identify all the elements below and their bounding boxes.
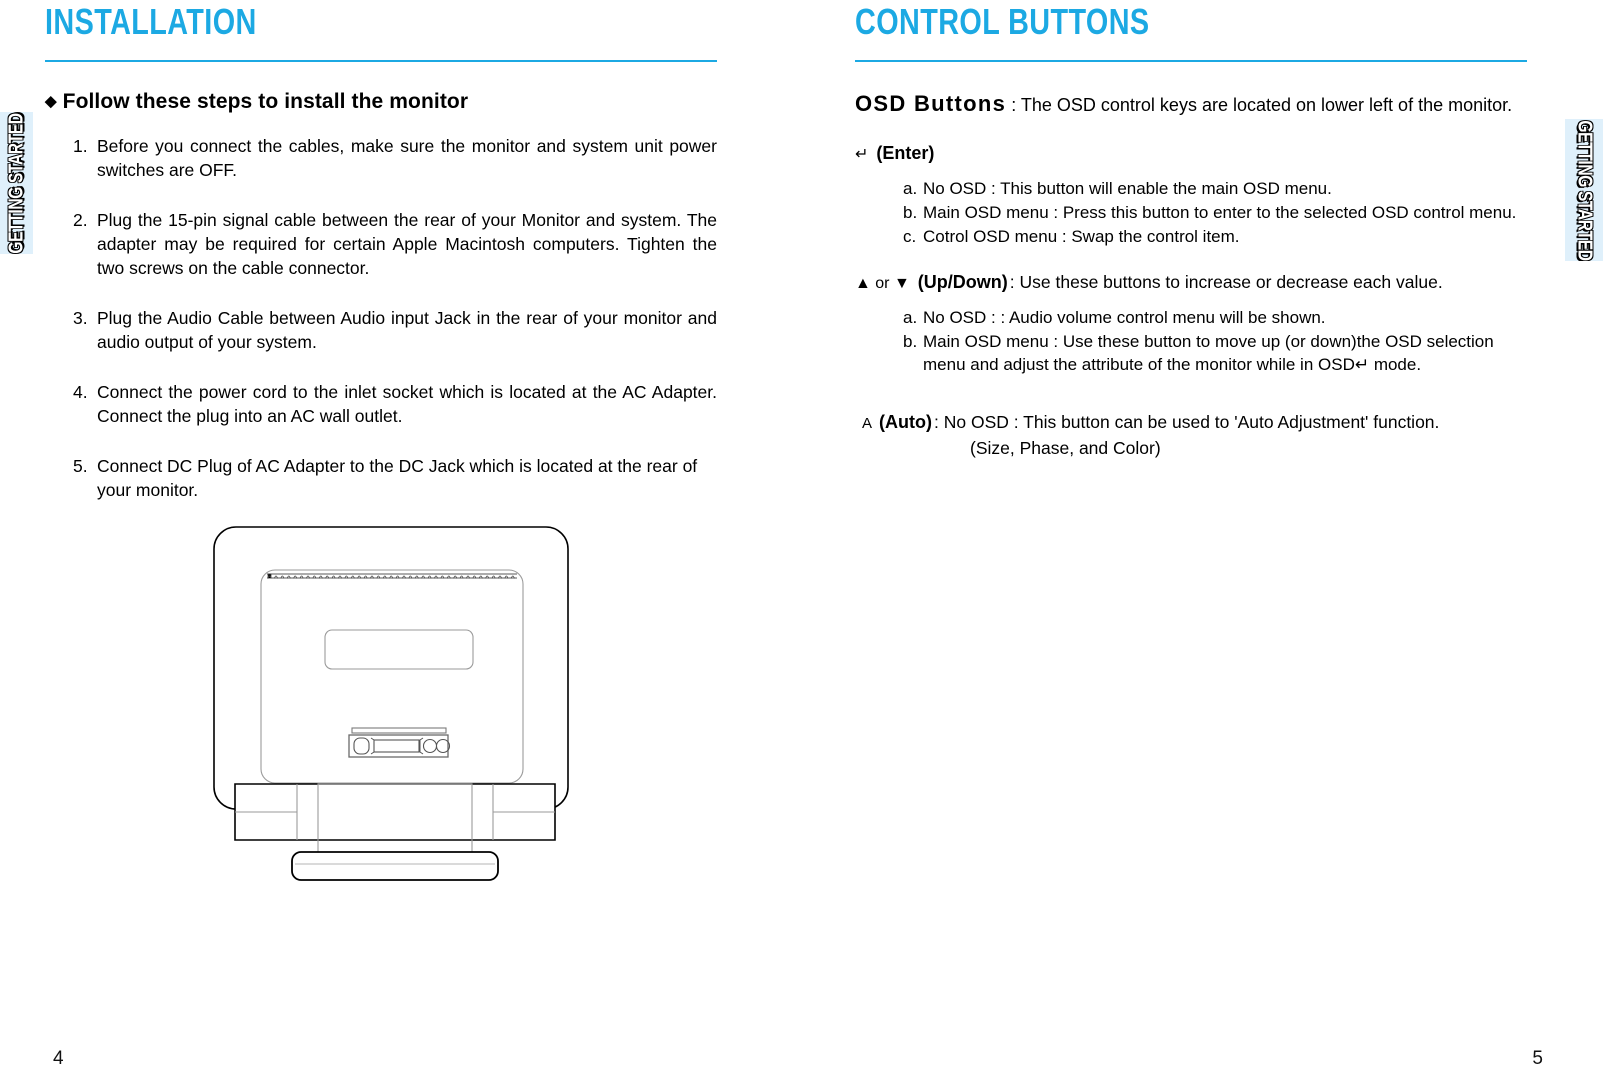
up-down-arrow-icon: ▲ or ▼ bbox=[855, 275, 910, 292]
enter-key-icon: ↵ bbox=[855, 146, 869, 163]
side-tab-left-label: GETTING STARTED bbox=[4, 112, 27, 254]
osd-buttons-intro: OSD Buttons : The OSD control keys are l… bbox=[855, 90, 1525, 119]
key-label-enter: (Enter) bbox=[876, 143, 935, 163]
page-number-left: 4 bbox=[53, 1048, 64, 1069]
sub-item-label: a. bbox=[903, 179, 918, 198]
title-divider-left bbox=[45, 60, 717, 62]
side-tab-getting-started-left: GETTING STARTED bbox=[0, 112, 33, 254]
step-number: 1. bbox=[73, 136, 88, 156]
monitor-rear-view-diagram bbox=[205, 512, 585, 887]
key-label-auto: (Auto) bbox=[879, 412, 932, 432]
enter-key-sublist: a. No OSD : This button will enable the … bbox=[855, 177, 1525, 248]
step-text: Connect DC Plug of AC Adapter to the DC … bbox=[97, 456, 698, 500]
list-item: a. No OSD : This button will enable the … bbox=[903, 177, 1525, 200]
monitor-illustration-svg bbox=[213, 526, 569, 881]
side-tab-right-label: GETTING STARTED bbox=[1573, 119, 1596, 261]
installation-steps-list: 1. Before you connect the cables, make s… bbox=[45, 134, 717, 502]
sub-item-text: Main OSD menu : Press this button to ent… bbox=[923, 203, 1517, 222]
key-description-up-down: : Use these buttons to increase or decre… bbox=[1009, 272, 1443, 292]
sub-item-label: b. bbox=[903, 332, 918, 351]
list-item: 4. Connect the power cord to the inlet s… bbox=[73, 380, 717, 428]
sub-item-text: Cotrol OSD menu : Swap the control item. bbox=[923, 227, 1240, 246]
sub-item-label: b. bbox=[903, 203, 918, 222]
right-page-column: CONTROL BUTTONS OSD Buttons : The OSD co… bbox=[855, 0, 1527, 460]
title-divider-right bbox=[855, 60, 1527, 62]
step-number: 3. bbox=[73, 308, 88, 328]
sub-item-label: a. bbox=[903, 308, 918, 327]
page-title-control-buttons: CONTROL BUTTONS bbox=[855, 1, 1150, 42]
sub-item-text: Main OSD menu : Use these button to move… bbox=[923, 332, 1494, 374]
page-title-installation: INSTALLATION bbox=[45, 1, 257, 42]
list-item: 3. Plug the Audio Cable between Audio in… bbox=[73, 306, 717, 354]
auto-key-icon: A bbox=[862, 415, 873, 432]
step-text: Plug the 15-pin signal cable between the… bbox=[97, 210, 717, 278]
key-description-auto: : No OSD : This button can be used to 'A… bbox=[934, 412, 1440, 432]
list-item: c. Cotrol OSD menu : Swap the control it… bbox=[903, 225, 1525, 248]
step-text: Before you connect the cables, make sure… bbox=[97, 136, 717, 180]
diamond-bullet-icon: ◆ bbox=[45, 93, 57, 110]
list-item: 1. Before you connect the cables, make s… bbox=[73, 134, 717, 182]
key-label-up-down: (Up/Down) bbox=[917, 272, 1008, 292]
key-header-up-down: ▲ or ▼ (Up/Down) : Use these buttons to … bbox=[855, 270, 1525, 296]
up-down-key-sublist: a. No OSD : : Audio volume control menu … bbox=[855, 306, 1525, 376]
manual-page-spread: GETTING STARTED GETTING STARTED INSTALLA… bbox=[0, 0, 1603, 1086]
step-number: 2. bbox=[73, 210, 88, 230]
side-tab-getting-started-right: GETTING STARTED bbox=[1565, 119, 1603, 261]
key-block-up-down: ▲ or ▼ (Up/Down) : Use these buttons to … bbox=[855, 270, 1525, 376]
list-item: a. No OSD : : Audio volume control menu … bbox=[903, 306, 1525, 329]
step-number: 4. bbox=[73, 382, 88, 402]
page-number-right: 5 bbox=[1532, 1048, 1543, 1069]
list-item: 2. Plug the 15-pin signal cable between … bbox=[73, 208, 717, 280]
connector-panel-detail bbox=[348, 727, 451, 758]
osd-buttons-description: : The OSD control keys are located on lo… bbox=[1011, 95, 1513, 115]
key-header-auto: A (Auto) : No OSD : This button can be u… bbox=[855, 410, 1525, 436]
sub-item-text: No OSD : This button will enable the mai… bbox=[923, 179, 1332, 198]
sub-item-label: c. bbox=[903, 227, 917, 246]
step-text: Connect the power cord to the inlet sock… bbox=[97, 382, 717, 426]
key-block-enter: ↵ (Enter) a. No OSD : This button will e… bbox=[855, 141, 1525, 248]
installation-subheading-label: Follow these steps to install the monito… bbox=[62, 90, 469, 113]
step-number: 5. bbox=[73, 456, 88, 476]
key-block-auto: A (Auto) : No OSD : This button can be u… bbox=[855, 410, 1525, 460]
step-text: Plug the Audio Cable between Audio input… bbox=[97, 308, 717, 352]
osd-buttons-label: OSD Buttons bbox=[855, 91, 1007, 116]
installation-subheading: ◆ Follow these steps to install the moni… bbox=[45, 90, 717, 114]
list-item: b. Main OSD menu : Press this button to … bbox=[903, 201, 1525, 224]
key-description-auto-continuation: (Size, Phase, and Color) bbox=[970, 438, 1161, 458]
left-page-column: INSTALLATION ◆ Follow these steps to ins… bbox=[45, 0, 717, 528]
sub-item-text: No OSD : : Audio volume control menu wil… bbox=[923, 308, 1326, 327]
list-item: 5. Connect DC Plug of AC Adapter to the … bbox=[73, 454, 717, 502]
list-item: b. Main OSD menu : Use these button to m… bbox=[903, 330, 1525, 376]
key-header-enter: ↵ (Enter) bbox=[855, 141, 1525, 167]
